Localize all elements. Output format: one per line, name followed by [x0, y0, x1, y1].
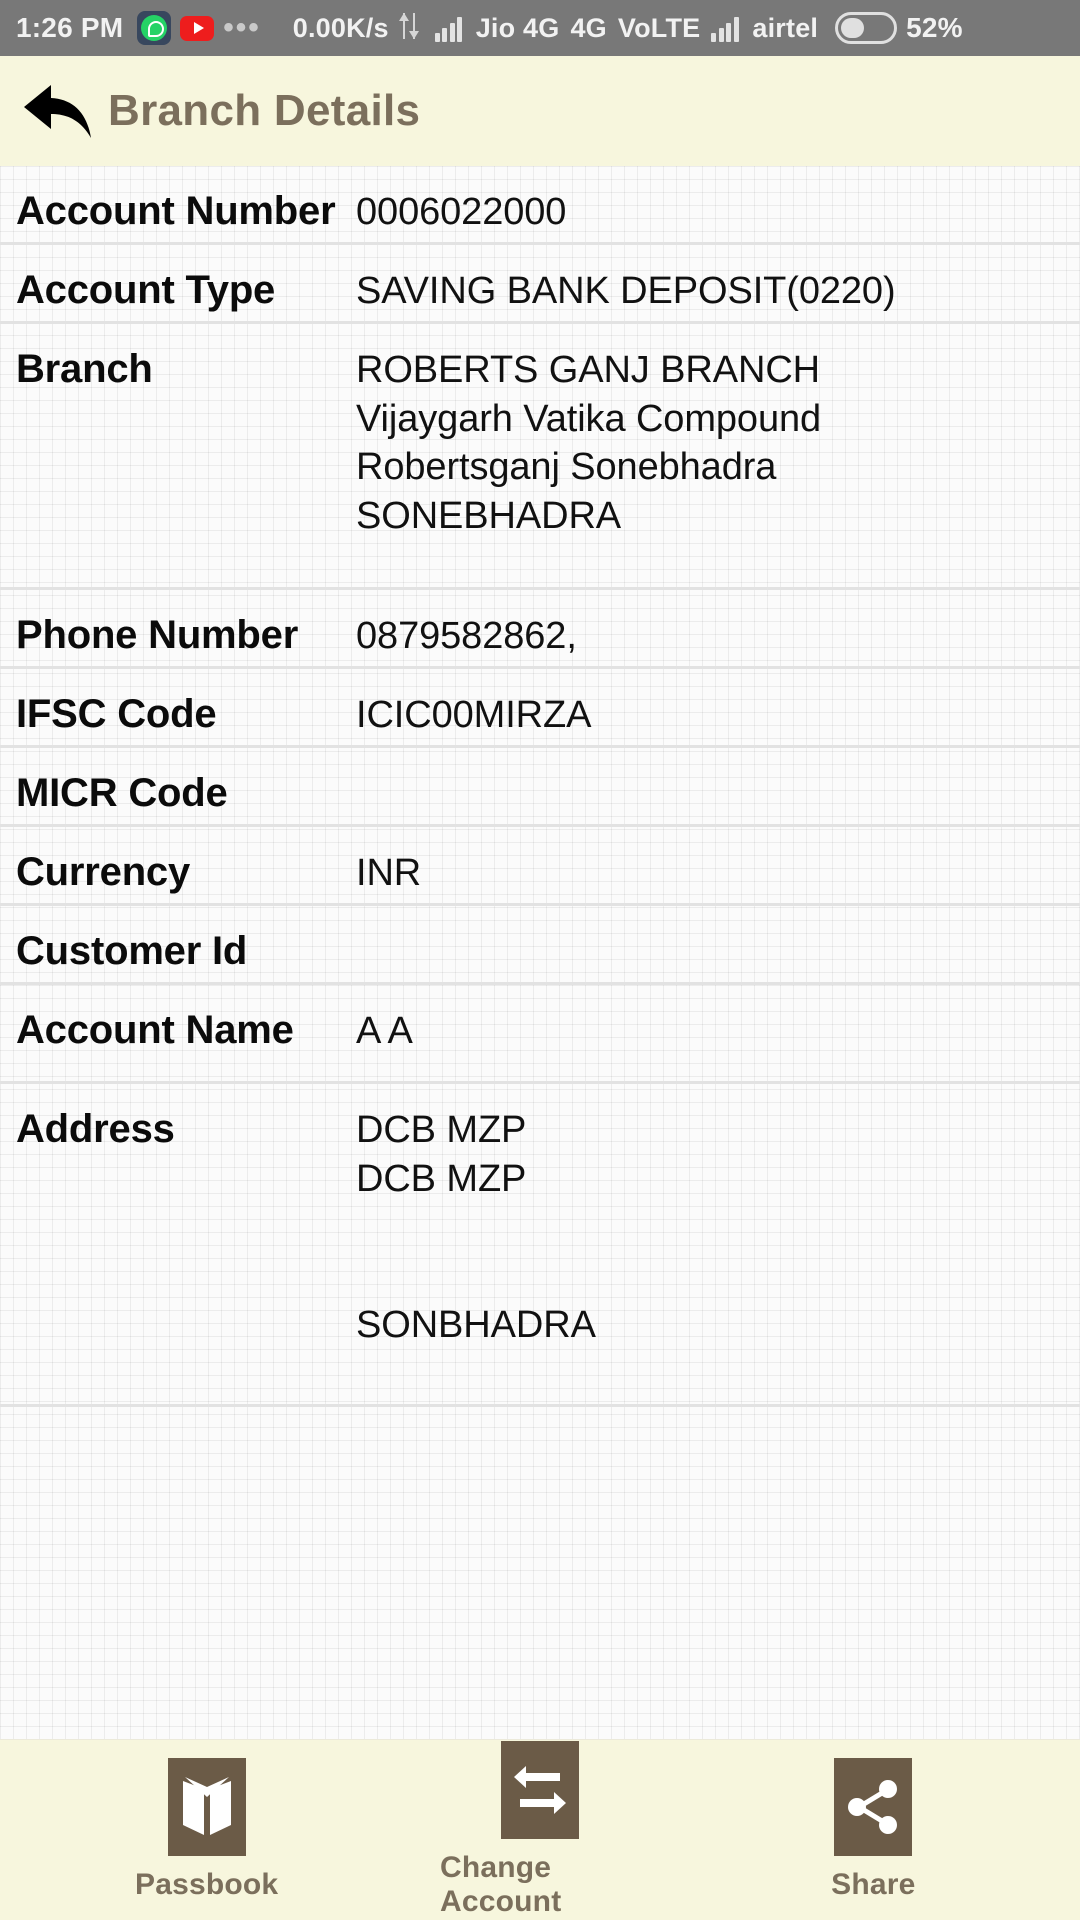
swap-arrows-icon	[513, 1766, 566, 1814]
detail-row-account-type: Account Type SAVING BANK DEPOSIT(0220)	[0, 245, 1080, 324]
back-arrow-icon	[24, 85, 91, 138]
row-value: SAVING BANK DEPOSIT(0220)	[356, 270, 896, 312]
row-label: Phone Number	[16, 613, 299, 657]
battery-icon	[835, 12, 898, 44]
detail-row-customer-id: Customer Id	[0, 906, 1080, 985]
sim2-carrier-label: airtel	[752, 12, 819, 43]
passbook-tile	[167, 1758, 246, 1856]
detail-row-currency: Currency INR	[0, 827, 1080, 906]
row-value: A A	[356, 1010, 413, 1052]
status-bar-time: 1:26 PM	[16, 12, 124, 43]
detail-row-branch: Branch ROBERTS GANJ BRANCH Vijaygarh Vat…	[0, 324, 1080, 590]
volte-label: VoLTE	[617, 12, 701, 43]
passbook-book-icon	[182, 1777, 231, 1835]
network-speed-text: 0.00K/s	[292, 12, 389, 43]
app-header: Branch Details	[0, 56, 1080, 166]
battery-percent-label: 52%	[906, 12, 963, 43]
row-value: ICIC00MIRZA	[356, 694, 592, 736]
branch-details-screen: 1:26 PM ••• 0.00K/s Jio 4G 4G VoLTE airt…	[0, 0, 1080, 1920]
sim2-signal-bars-icon	[711, 14, 741, 42]
sim1-carrier-label: Jio 4G	[475, 12, 560, 43]
row-label: Account Type	[16, 268, 276, 312]
detail-row-micr-code: MICR Code	[0, 748, 1080, 827]
row-label: Customer Id	[16, 929, 248, 973]
status-bar: 1:26 PM ••• 0.00K/s Jio 4G 4G VoLTE airt…	[0, 0, 1080, 56]
nav-label: Share	[831, 1868, 916, 1901]
sim1-signal-bars-icon	[434, 14, 465, 42]
row-label: Account Number	[16, 189, 336, 233]
nav-label: Passbook	[134, 1868, 279, 1901]
detail-row-phone-number: Phone Number 0879582862,	[0, 590, 1080, 669]
detail-row-address: Address DCB MZP DCB MZP SONBHADRA	[0, 1084, 1080, 1407]
row-value: 0879582862,	[356, 615, 577, 657]
share-nodes-icon	[848, 1780, 898, 1834]
change-account-tile	[500, 1741, 579, 1839]
up-down-arrows-icon	[399, 13, 421, 43]
bottom-navigation-bar: Passbook Change Account Share	[0, 1739, 1080, 1920]
row-value: ROBERTS GANJ BRANCH Vijaygarh Vatika Com…	[356, 349, 822, 537]
row-label: IFSC Code	[16, 692, 217, 736]
row-value: 0006022000	[356, 191, 567, 233]
detail-row-account-name: Account Name A A	[0, 985, 1080, 1084]
nav-label: Change Account	[439, 1851, 562, 1918]
detail-row-ifsc-code: IFSC Code ICIC00MIRZA	[0, 669, 1080, 748]
row-label: MICR Code	[16, 771, 228, 815]
row-label: Currency	[16, 850, 191, 894]
whatsapp-icon	[137, 11, 172, 45]
share-tile	[834, 1758, 913, 1856]
row-label: Account Name	[16, 1008, 294, 1052]
more-dots-icon: •••	[223, 11, 261, 44]
row-value: DCB MZP DCB MZP SONBHADRA	[356, 1109, 596, 1346]
page-title: Branch Details	[108, 86, 421, 135]
back-button[interactable]	[14, 68, 100, 154]
row-label: Address	[16, 1107, 175, 1151]
details-list: Account Number 0006022000 Account Type S…	[0, 166, 1080, 1739]
network-type-label: 4G	[570, 12, 607, 43]
row-label: Branch	[16, 347, 153, 391]
nav-item-passbook[interactable]: Passbook	[107, 1758, 307, 1902]
youtube-icon	[180, 15, 215, 41]
row-value: INR	[356, 852, 422, 894]
nav-item-share[interactable]: Share	[773, 1758, 973, 1902]
detail-row-account-number: Account Number 0006022000	[0, 166, 1080, 245]
nav-item-change-account[interactable]: Change Account	[440, 1741, 640, 1919]
